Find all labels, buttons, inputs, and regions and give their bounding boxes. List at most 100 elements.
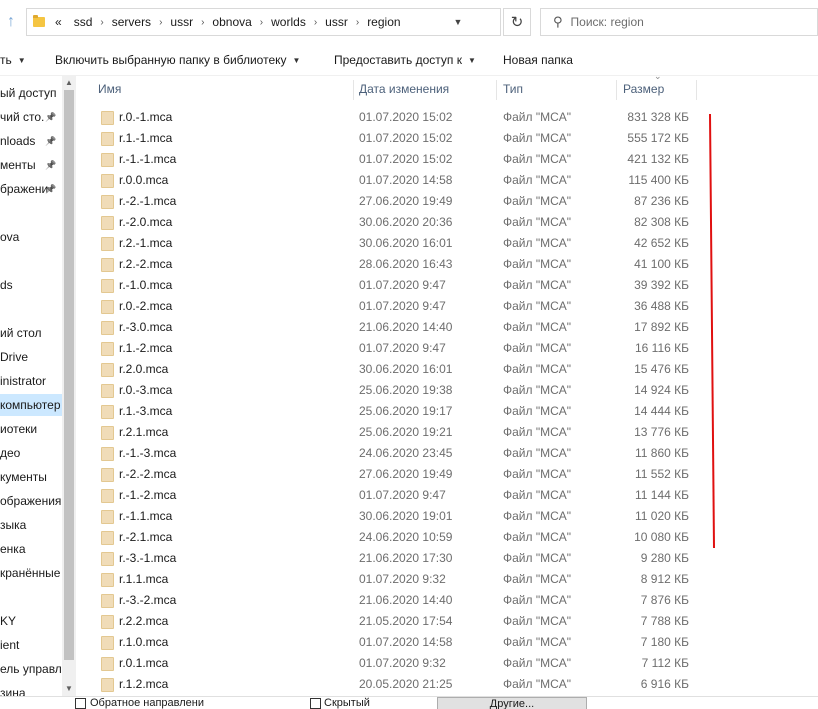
nav-item[interactable]: зыка: [0, 514, 26, 536]
nav-item[interactable]: енка: [0, 538, 26, 560]
nav-item[interactable]: иотеки: [0, 418, 37, 440]
reverse-order-checkbox[interactable]: [75, 698, 86, 709]
breadcrumb-item[interactable]: servers: [106, 15, 157, 29]
chevron-right-icon[interactable]: ›: [312, 17, 319, 28]
column-divider[interactable]: [696, 80, 697, 100]
nav-item[interactable]: ображения: [0, 490, 61, 512]
up-arrow-icon[interactable]: ↑: [0, 8, 22, 36]
file-row[interactable]: r.-2.-1.mca 27.06.2020 19:49 Файл "MCA" 87 …: [76, 191, 818, 212]
nav-item[interactable]: зина: [0, 682, 26, 696]
nav-item[interactable]: ель управле: [0, 658, 62, 680]
breadcrumb-item[interactable]: obnova: [206, 15, 257, 29]
breadcrumb-item[interactable]: ussr: [319, 15, 354, 29]
file-row[interactable]: r.2.1.mca 25.06.2020 19:21 Файл "MCA" 13 77…: [76, 422, 818, 443]
file-row[interactable]: r.0.-2.mca 01.07.2020 9:47 Файл "MCA" 36 48…: [76, 296, 818, 317]
file-size: 11 020 КБ: [634, 509, 689, 523]
breadcrumb-item[interactable]: worlds: [265, 15, 312, 29]
file-icon: [101, 384, 114, 398]
nav-item-label: KY: [0, 614, 17, 628]
nav-item[interactable]: ova: [0, 226, 19, 248]
search-input[interactable]: ⚲ Поиск: region: [540, 8, 818, 36]
file-row[interactable]: r.2.2.mca 21.05.2020 17:54 Файл "MCA" 7 788…: [76, 611, 818, 632]
address-history-chevron-down-icon[interactable]: ▼: [448, 9, 468, 35]
column-header-type[interactable]: Тип: [503, 76, 523, 102]
nav-item-label: менты: [0, 158, 36, 172]
scroll-down-arrow-icon[interactable]: ▼: [62, 682, 76, 696]
file-row[interactable]: r.-1.-2.mca 01.07.2020 9:47 Файл "MCA" 11 1…: [76, 485, 818, 506]
file-row[interactable]: r.2.-2.mca 28.06.2020 16:43 Файл "MCA" 41 1…: [76, 254, 818, 275]
hidden-checkbox[interactable]: [310, 698, 321, 709]
file-row[interactable]: r.-2.0.mca 30.06.2020 20:36 Файл "MCA" 82 3…: [76, 212, 818, 233]
nav-item[interactable]: Drive: [0, 346, 28, 368]
file-row[interactable]: r.-2.1.mca 24.06.2020 10:59 Файл "MCA" 10 0…: [76, 527, 818, 548]
file-row[interactable]: r.0.-1.mca 01.07.2020 15:02 Файл "MCA" 831 …: [76, 107, 818, 128]
file-row[interactable]: r.-1.1.mca 30.06.2020 19:01 Файл "MCA" 11 0…: [76, 506, 818, 527]
breadcrumb-overflow[interactable]: «: [49, 15, 68, 29]
file-row[interactable]: r.-1.-1.mca 01.07.2020 15:02 Файл "MCA" 421…: [76, 149, 818, 170]
file-row[interactable]: r.1.1.mca 01.07.2020 9:32 Файл "MCA" 8 912 …: [76, 569, 818, 590]
chevron-right-icon[interactable]: ›: [199, 17, 206, 28]
column-divider[interactable]: [616, 80, 617, 100]
file-date: 25.06.2020 19:38: [359, 383, 453, 397]
file-row[interactable]: r.-3.0.mca 21.06.2020 14:40 Файл "MCA" 17 8…: [76, 317, 818, 338]
file-row[interactable]: r.-3.-1.mca 21.06.2020 17:30 Файл "MCA" 9 2…: [76, 548, 818, 569]
column-header-date[interactable]: Дата изменения: [359, 76, 449, 102]
file-row[interactable]: r.0.-3.mca 25.06.2020 19:38 Файл "MCA" 14 9…: [76, 380, 818, 401]
nav-item[interactable]: кранённые: [0, 562, 60, 584]
chevron-right-icon[interactable]: ›: [354, 17, 361, 28]
chevron-right-icon[interactable]: ›: [157, 17, 164, 28]
share-with-button[interactable]: Предоставить доступ к ▼: [334, 53, 476, 67]
file-row[interactable]: r.2.0.mca 30.06.2020 16:01 Файл "MCA" 15 47…: [76, 359, 818, 380]
nav-item[interactable]: nloads 📌: [0, 130, 56, 152]
column-divider[interactable]: [353, 80, 354, 100]
file-date: 24.06.2020 23:45: [359, 446, 453, 460]
nav-item[interactable]: део: [0, 442, 20, 464]
nav-item-label: део: [0, 446, 21, 460]
other-button[interactable]: Другие...: [437, 697, 587, 709]
file-row[interactable]: r.-1.-3.mca 24.06.2020 23:45 Файл "MCA" 11 …: [76, 443, 818, 464]
file-row[interactable]: r.-1.0.mca 01.07.2020 9:47 Файл "MCA" 39 39…: [76, 275, 818, 296]
file-name: r.1.-1.mca: [119, 131, 173, 145]
file-row[interactable]: r.1.-3.mca 25.06.2020 19:17 Файл "MCA" 14 4…: [76, 401, 818, 422]
breadcrumb-item[interactable]: ussr: [164, 15, 199, 29]
nav-item[interactable]: бражени 📌: [0, 178, 56, 200]
file-type: Файл "MCA": [503, 278, 572, 292]
column-divider[interactable]: [496, 80, 497, 100]
file-type: Файл "MCA": [503, 425, 572, 439]
address-bar[interactable]: « ssd › servers › ussr › obnova › worlds…: [26, 8, 501, 36]
nav-item[interactable]: ds: [0, 274, 13, 296]
nav-item[interactable]: менты 📌: [0, 154, 56, 176]
file-row[interactable]: r.2.-1.mca 30.06.2020 16:01 Файл "MCA" 42 6…: [76, 233, 818, 254]
scroll-up-arrow-icon[interactable]: ▲: [62, 76, 76, 90]
file-row[interactable]: r.1.2.mca 20.05.2020 21:25 Файл "MCA" 6 916…: [76, 674, 818, 695]
file-row[interactable]: r.1.0.mca 01.07.2020 14:58 Файл "MCA" 7 180…: [76, 632, 818, 653]
chevron-right-icon[interactable]: ›: [98, 17, 105, 28]
include-in-library-button[interactable]: Включить выбранную папку в библиотеку ▼: [55, 53, 300, 67]
file-type: Файл "MCA": [503, 635, 572, 649]
nav-item[interactable]: KY: [0, 610, 16, 632]
nav-item[interactable]: ient: [0, 634, 19, 656]
file-row[interactable]: r.1.-2.mca 01.07.2020 9:47 Файл "MCA" 16 11…: [76, 338, 818, 359]
file-row[interactable]: r.-3.-2.mca 21.06.2020 14:40 Файл "MCA" 7 8…: [76, 590, 818, 611]
nav-item[interactable]: inistrator: [0, 370, 46, 392]
nav-item[interactable]: ий стол: [0, 322, 42, 344]
chevron-right-icon[interactable]: ›: [258, 17, 265, 28]
nav-item[interactable]: чий сто. 📌: [0, 106, 56, 128]
column-header-name[interactable]: Имя: [98, 76, 121, 102]
organize-button[interactable]: ть ▼: [0, 53, 26, 67]
new-folder-button[interactable]: Новая папка: [503, 53, 573, 67]
nav-scrollbar-thumb[interactable]: [64, 90, 74, 660]
file-row[interactable]: r.0.1.mca 01.07.2020 9:32 Файл "MCA" 7 112 …: [76, 653, 818, 674]
breadcrumb-item[interactable]: region: [361, 15, 406, 29]
file-row[interactable]: r.-2.-2.mca 27.06.2020 19:49 Файл "MCA" 11 …: [76, 464, 818, 485]
refresh-button[interactable]: ↻: [503, 8, 531, 36]
file-row[interactable]: r.0.0.mca 01.07.2020 14:58 Файл "MCA" 115 4…: [76, 170, 818, 191]
nav-item[interactable]: ый доступ: [0, 82, 56, 104]
nav-scrollbar[interactable]: ▲ ▼: [62, 76, 76, 696]
breadcrumb-item[interactable]: ssd: [68, 15, 99, 29]
file-icon: [101, 552, 114, 566]
nav-item[interactable]: кументы: [0, 466, 47, 488]
nav-item[interactable]: компьютер: [0, 394, 62, 416]
file-row[interactable]: r.1.-1.mca 01.07.2020 15:02 Файл "MCA" 555 …: [76, 128, 818, 149]
file-size: 7 788 КБ: [640, 614, 689, 628]
